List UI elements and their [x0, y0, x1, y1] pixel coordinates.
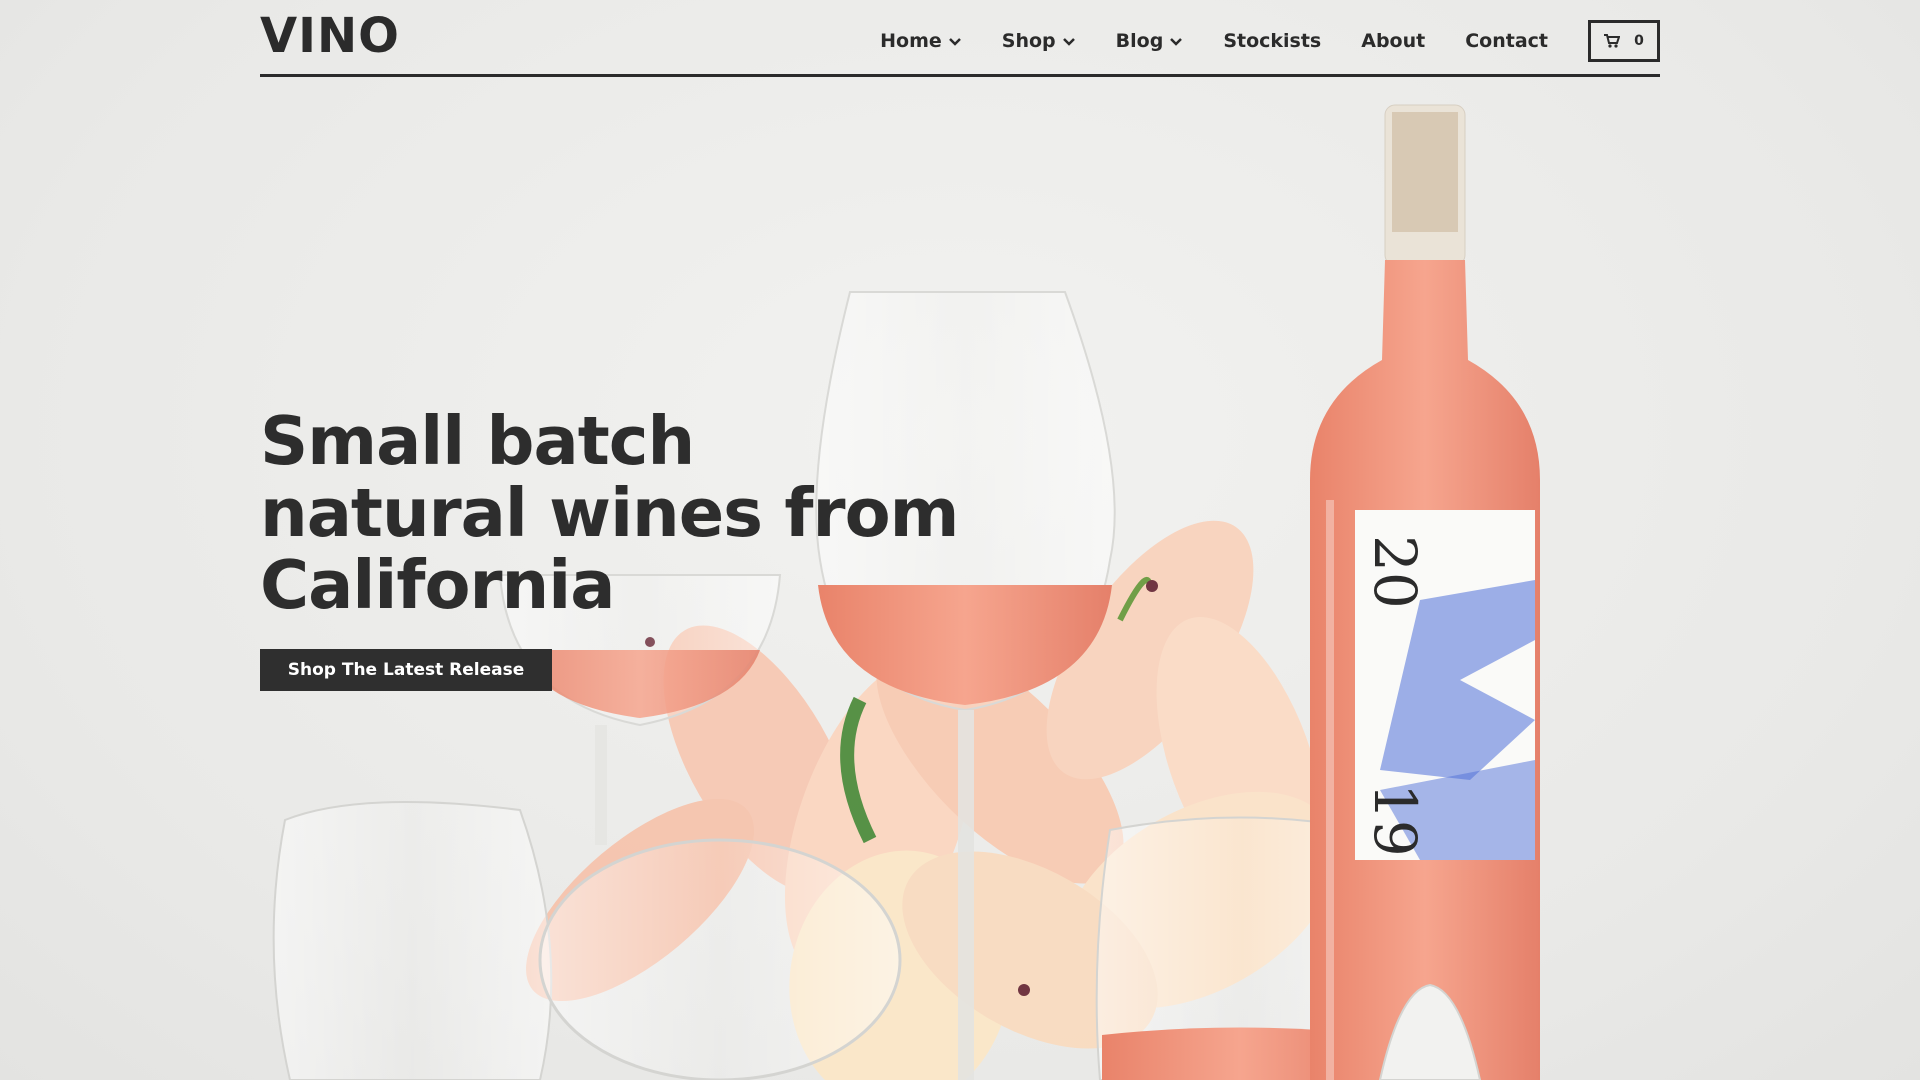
- shop-latest-release-button[interactable]: Shop The Latest Release: [260, 649, 552, 691]
- tipped-glass: [538, 838, 902, 1080]
- main-nav: Home Shop Blog Stockists About Contact 0: [880, 20, 1660, 62]
- wine-bottle: 20 19: [1310, 104, 1540, 1080]
- nav-item-about[interactable]: About: [1361, 30, 1425, 52]
- nav-item-home[interactable]: Home: [880, 30, 962, 52]
- cart-button[interactable]: 0: [1588, 20, 1660, 62]
- nav-item-stockists[interactable]: Stockists: [1223, 30, 1321, 52]
- nav-item-label: Home: [880, 30, 942, 52]
- cart-icon: [1604, 34, 1621, 48]
- nav-item-label: Blog: [1115, 30, 1164, 52]
- bottle-year-top: 20: [1361, 535, 1429, 609]
- site-header: VINO Home Shop Blog Stockists About Cont…: [260, 0, 1660, 77]
- chevron-down-icon: [948, 38, 961, 46]
- stemless-glass-left: [272, 801, 553, 1080]
- nav-item-blog[interactable]: Blog: [1116, 30, 1184, 52]
- nav-item-label: Contact: [1465, 30, 1548, 52]
- nav-item-contact[interactable]: Contact: [1465, 30, 1548, 52]
- chevron-down-icon: [1062, 38, 1075, 46]
- chevron-down-icon: [1170, 38, 1183, 46]
- bottle-year-bottom: 19: [1361, 783, 1429, 857]
- nav-item-shop[interactable]: Shop: [1002, 30, 1076, 52]
- cart-count: 0: [1634, 33, 1644, 49]
- site-logo[interactable]: VINO: [260, 8, 400, 64]
- nav-item-label: Stockists: [1223, 30, 1322, 52]
- nav-item-label: Shop: [1001, 30, 1056, 52]
- nav-item-label: About: [1361, 30, 1426, 52]
- hero-headline: Small batch natural wines from Californi…: [260, 402, 959, 624]
